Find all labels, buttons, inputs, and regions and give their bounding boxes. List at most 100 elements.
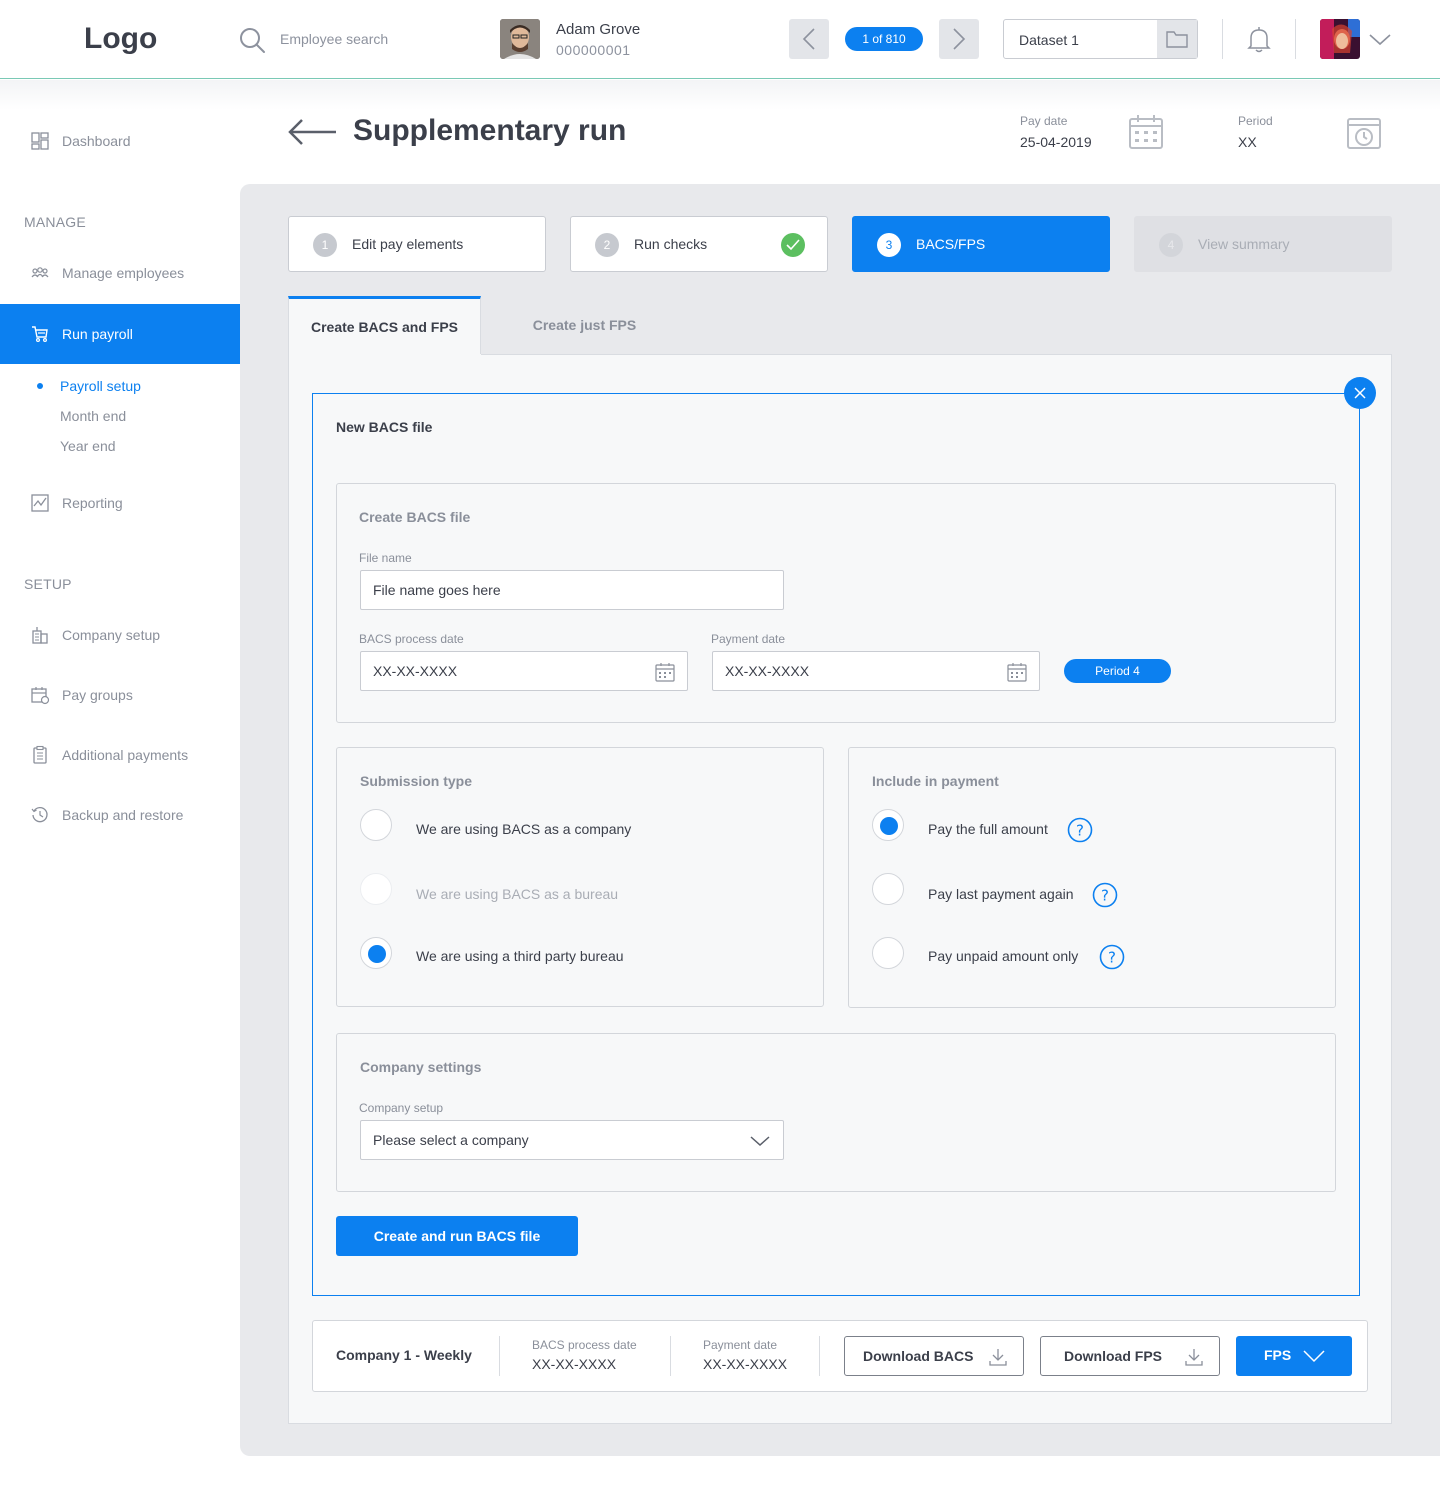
sidebar-heading-manage: MANAGE bbox=[24, 214, 86, 230]
step-run-checks[interactable]: 2 Run checks bbox=[570, 216, 828, 272]
bell-icon[interactable] bbox=[1246, 26, 1272, 54]
previous-employee-button[interactable] bbox=[789, 19, 829, 59]
building-icon bbox=[32, 627, 48, 644]
tab-create-bacs-and-fps[interactable]: Create BACS and FPS bbox=[288, 296, 481, 354]
employee-search-input[interactable]: Employee search bbox=[280, 31, 388, 47]
period-badge: Period 4 bbox=[1064, 659, 1171, 683]
divider bbox=[819, 1336, 820, 1376]
summary-payment-date-label: Payment date bbox=[703, 1338, 778, 1352]
sidebar-item-label: Pay groups bbox=[62, 687, 133, 703]
radio-third-party-bureau[interactable] bbox=[360, 937, 392, 969]
sidebar-subitem-payroll-setup[interactable]: Payroll setup bbox=[60, 378, 141, 394]
step-bacs-fps[interactable]: 3 BACS/FPS bbox=[852, 216, 1110, 272]
arrow-left-icon[interactable] bbox=[288, 118, 338, 146]
sidebar-item-label: Reporting bbox=[62, 495, 123, 511]
payment-date-input[interactable]: XX-XX-XXXX bbox=[712, 651, 1040, 691]
calendar-icon[interactable] bbox=[1007, 662, 1027, 682]
radio-label: Pay the full amount bbox=[928, 821, 1048, 837]
svg-text:?: ? bbox=[1076, 822, 1084, 840]
close-button[interactable] bbox=[1344, 377, 1376, 409]
step-number: 3 bbox=[877, 233, 901, 257]
sidebar-item-pay-groups[interactable]: Pay groups bbox=[0, 665, 240, 725]
chevron-down-icon[interactable] bbox=[1369, 30, 1391, 48]
step-number: 2 bbox=[595, 233, 619, 257]
step-edit-pay-elements[interactable]: 1 Edit pay elements bbox=[288, 216, 546, 272]
employee-name: Adam Grove bbox=[556, 21, 641, 38]
company-settings-section bbox=[336, 1033, 1336, 1192]
help-icon[interactable]: ? bbox=[1092, 882, 1118, 908]
summary-process-date-value: XX-XX-XXXX bbox=[532, 1356, 617, 1372]
user-avatar[interactable] bbox=[1320, 19, 1360, 59]
page-title: Supplementary run bbox=[353, 114, 627, 147]
sidebar-item-manage-employees[interactable]: Manage employees bbox=[0, 243, 240, 303]
section-title: Include in payment bbox=[872, 773, 999, 789]
section-title: Create BACS file bbox=[359, 509, 471, 525]
select-value: Please select a company bbox=[373, 1132, 529, 1148]
logo[interactable]: Logo bbox=[84, 22, 157, 56]
radio-pay-last-payment[interactable] bbox=[872, 873, 904, 905]
sidebar-item-label: Company setup bbox=[62, 627, 161, 643]
sidebar-item-run-payroll[interactable]: Run payroll bbox=[0, 304, 240, 364]
section-title: Submission type bbox=[360, 773, 473, 789]
dataset-folder-button[interactable] bbox=[1157, 20, 1197, 58]
chevron-down-icon bbox=[1303, 1350, 1325, 1363]
step-label: Run checks bbox=[634, 236, 708, 252]
download-fps-button[interactable]: Download FPS bbox=[1040, 1336, 1220, 1376]
clipboard-icon bbox=[33, 745, 47, 764]
calendar-icon[interactable] bbox=[655, 662, 675, 682]
create-run-bacs-button[interactable]: Create and run BACS file bbox=[336, 1216, 578, 1256]
calendar-icon[interactable] bbox=[1128, 114, 1164, 150]
section-title: Company settings bbox=[360, 1059, 482, 1075]
step-number: 4 bbox=[1159, 233, 1183, 257]
bacs-process-date-input[interactable]: XX-XX-XXXX bbox=[360, 651, 688, 691]
radio-pay-full-amount[interactable] bbox=[872, 809, 904, 841]
payment-date-label: Payment date bbox=[711, 632, 786, 646]
active-indicator bbox=[37, 383, 43, 389]
button-label: Download BACS bbox=[863, 1348, 974, 1364]
pay-date-value: 25-04-2019 bbox=[1020, 134, 1092, 150]
sidebar-heading-setup: SETUP bbox=[24, 576, 72, 592]
chevron-left-icon bbox=[802, 28, 815, 50]
company-setup-label: Company setup bbox=[359, 1101, 444, 1115]
search-icon[interactable] bbox=[238, 26, 266, 54]
step-view-summary: 4 View summary bbox=[1134, 216, 1392, 272]
sidebar-item-label: Dashboard bbox=[62, 133, 131, 149]
divider bbox=[1295, 19, 1296, 59]
divider bbox=[1222, 19, 1223, 59]
dataset-selector[interactable]: Dataset 1 bbox=[1003, 19, 1198, 59]
input-value: XX-XX-XXXX bbox=[373, 663, 458, 679]
radio-pay-unpaid-amount[interactable] bbox=[872, 937, 904, 969]
download-icon bbox=[1185, 1349, 1203, 1366]
next-employee-button[interactable] bbox=[939, 19, 979, 59]
sidebar-item-additional-payments[interactable]: Additional payments bbox=[0, 725, 240, 785]
radio-label: Pay last payment again bbox=[928, 886, 1074, 902]
sidebar-subitem-month-end[interactable]: Month end bbox=[60, 408, 126, 424]
help-icon[interactable]: ? bbox=[1067, 817, 1093, 843]
summary-payment-date-value: XX-XX-XXXX bbox=[703, 1356, 788, 1372]
summary-process-date-label: BACS process date bbox=[532, 1338, 637, 1352]
cart-icon bbox=[32, 326, 48, 343]
stopwatch-icon[interactable] bbox=[1346, 114, 1382, 150]
radio-bacs-company[interactable] bbox=[360, 809, 392, 841]
sidebar-subitem-year-end[interactable]: Year end bbox=[60, 438, 116, 454]
employee-id: 000000001 bbox=[556, 42, 631, 58]
download-bacs-button[interactable]: Download BACS bbox=[844, 1336, 1024, 1376]
chevron-down-icon bbox=[750, 1136, 770, 1147]
company-name: Company 1 - Weekly bbox=[336, 1347, 472, 1363]
sidebar-item-backup-restore[interactable]: Backup and restore bbox=[0, 785, 240, 845]
sidebar-item-dashboard[interactable]: Dashboard bbox=[0, 111, 240, 171]
radio-label: We are using BACS as a company bbox=[416, 821, 632, 837]
tab-create-just-fps[interactable]: Create just FPS bbox=[488, 296, 681, 354]
help-icon[interactable]: ? bbox=[1099, 944, 1125, 970]
input-value: File name goes here bbox=[373, 582, 501, 598]
company-select[interactable]: Please select a company bbox=[360, 1120, 784, 1160]
sidebar-item-company-setup[interactable]: Company setup bbox=[0, 605, 240, 665]
top-bar: Logo Employee search Adam Grove 00000000… bbox=[0, 0, 1440, 79]
step-number: 1 bbox=[313, 233, 337, 257]
radio-label: We are using a third party bureau bbox=[416, 948, 624, 964]
fps-dropdown-button[interactable]: FPS bbox=[1236, 1336, 1352, 1376]
header-shadow bbox=[0, 80, 1440, 110]
file-name-input[interactable]: File name goes here bbox=[360, 570, 784, 610]
sidebar-item-reporting[interactable]: Reporting bbox=[0, 473, 240, 533]
step-label: Edit pay elements bbox=[352, 236, 464, 252]
